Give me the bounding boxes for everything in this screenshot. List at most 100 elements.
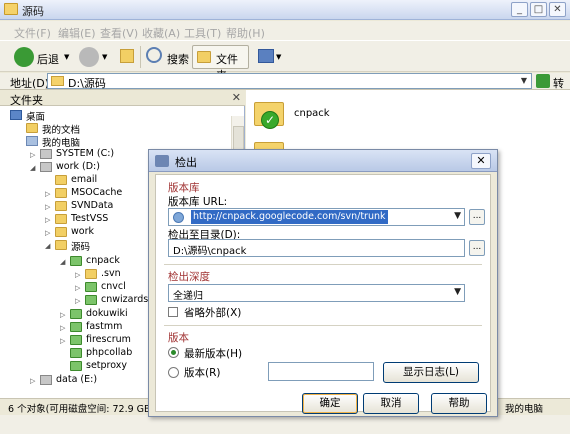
svn-folder-icon <box>70 335 82 345</box>
toolbar: 后退 ▼ ▼ 搜索 文件夹 ▼ <box>0 40 570 82</box>
svn-folder-icon <box>70 309 82 319</box>
back-dropdown-icon[interactable]: ▼ <box>64 53 69 61</box>
status-location: 我的电脑 <box>505 404 544 415</box>
depth-dropdown-icon[interactable]: ▼ <box>454 287 461 297</box>
depth-section-title: 检出深度 <box>168 271 210 283</box>
ok-button[interactable]: 确定 <box>302 393 358 414</box>
checkout-dir-input[interactable]: D:\源码\cnpack <box>168 239 465 257</box>
url-dropdown-icon[interactable]: ▼ <box>454 211 461 221</box>
status-text: 6 个对象(可用磁盘空间: 72.9 GB) <box>8 404 155 415</box>
window-bottom <box>0 415 570 434</box>
url-value: http://cnpack.googlecode.com/svn/trunk <box>191 210 388 224</box>
tortoise-icon <box>155 155 169 167</box>
folder-icon <box>55 188 67 198</box>
menu-file[interactable]: 文件(F) <box>14 25 51 41</box>
url-combobox[interactable]: http://cnpack.googlecode.com/svn/trunk ▼ <box>168 208 465 226</box>
menu-favorites[interactable]: 收藏(A) <box>142 25 180 41</box>
close-button[interactable]: ✕ <box>549 2 566 17</box>
desktop-icon <box>10 110 22 120</box>
views-icon[interactable] <box>258 49 274 63</box>
collapse-icon[interactable]: ◢ <box>60 258 65 266</box>
address-input[interactable]: D:\源码 ▼ <box>47 73 532 90</box>
back-button[interactable]: 后退 <box>37 51 59 67</box>
svn-folder-icon <box>70 256 82 266</box>
omit-externals-label: 省略外部(X) <box>184 307 242 319</box>
collapse-icon[interactable]: ◢ <box>30 164 35 172</box>
views-dropdown-icon[interactable]: ▼ <box>276 53 281 61</box>
forward-arrow-icon[interactable] <box>79 47 99 67</box>
expand-icon[interactable]: ▷ <box>60 337 65 345</box>
menu-bar: 文件(F) 编辑(E) 查看(V) 收藏(A) 工具(T) 帮助(H) <box>0 21 570 40</box>
head-revision-label: 最新版本(H) <box>184 348 243 360</box>
svn-folder-icon: ✓ <box>254 102 284 129</box>
forward-dropdown-icon[interactable]: ▼ <box>102 53 107 61</box>
window-title: 源码 <box>22 5 44 18</box>
folder-icon <box>55 214 67 224</box>
revision-input[interactable] <box>268 362 374 381</box>
expand-icon[interactable]: ▷ <box>45 190 50 198</box>
expand-icon[interactable]: ▷ <box>30 377 35 385</box>
revision-radio[interactable] <box>168 367 179 378</box>
search-button[interactable]: 搜索 <box>167 51 189 67</box>
divider <box>164 264 482 265</box>
back-arrow-icon[interactable] <box>14 47 34 67</box>
help-button[interactable]: 帮助 <box>431 393 487 414</box>
expand-icon[interactable]: ▷ <box>30 151 35 159</box>
svn-folder-icon <box>70 348 82 358</box>
head-revision-radio[interactable] <box>168 347 179 358</box>
folders-icon <box>197 51 211 63</box>
checkout-dir-value: D:\源码\cnpack <box>173 246 247 257</box>
my-documents-icon <box>26 123 38 133</box>
expand-icon[interactable]: ▷ <box>45 229 50 237</box>
depth-value: 全递归 <box>173 291 203 302</box>
browse-url-button[interactable]: ... <box>469 209 485 225</box>
folder-icon <box>55 201 67 211</box>
window-titlebar: 源码 _ □ ✕ <box>0 0 570 20</box>
expand-icon[interactable]: ▷ <box>60 311 65 319</box>
expand-icon[interactable]: ▷ <box>45 203 50 211</box>
folders-pane-header: 文件夹 ✕ <box>0 90 245 107</box>
go-arrow-icon[interactable] <box>536 74 550 88</box>
expand-icon[interactable]: ▷ <box>75 284 80 292</box>
file-item-cnpack[interactable]: ✓ cnpack <box>254 100 404 140</box>
minimize-button[interactable]: _ <box>511 2 528 17</box>
cancel-button[interactable]: 取消 <box>363 393 419 414</box>
menu-tools[interactable]: 工具(T) <box>184 25 221 41</box>
dialog-title: 检出 <box>175 156 197 169</box>
maximize-button[interactable]: □ <box>530 2 547 17</box>
revision-label: 版本(R) <box>184 367 221 379</box>
dialog-titlebar: 检出 ✕ <box>149 150 497 172</box>
menu-edit[interactable]: 编辑(E) <box>58 25 96 41</box>
expand-icon[interactable]: ▷ <box>75 271 80 279</box>
address-bar: 地址(D) D:\源码 ▼ 转到 <box>0 73 570 106</box>
address-path: D:\源码 <box>68 77 106 90</box>
revision-section-title: 版本 <box>168 332 189 344</box>
menu-help[interactable]: 帮助(H) <box>226 25 265 41</box>
close-icon[interactable]: ✕ <box>232 91 241 104</box>
menu-view[interactable]: 查看(V) <box>100 25 138 41</box>
drive-icon <box>40 162 52 172</box>
address-label: 地址(D) <box>10 77 50 90</box>
drive-icon <box>40 149 52 159</box>
up-folder-icon[interactable] <box>120 49 134 63</box>
folder-icon <box>55 240 67 250</box>
expand-icon[interactable]: ▷ <box>75 297 80 305</box>
expand-icon[interactable]: ▷ <box>45 216 50 224</box>
address-dropdown-icon[interactable]: ▼ <box>517 74 531 88</box>
omit-externals-checkbox[interactable] <box>168 307 178 317</box>
svn-folder-icon <box>70 361 82 371</box>
folder-icon <box>55 175 67 185</box>
browse-dir-button[interactable]: ... <box>469 240 485 256</box>
depth-select[interactable]: 全递归 ▼ <box>168 284 465 302</box>
dialog-body: 版本库 版本库 URL: http://cnpack.googlecode.co… <box>155 174 491 412</box>
search-icon[interactable] <box>146 47 162 63</box>
file-item-label: cnpack <box>294 108 330 119</box>
show-log-button[interactable]: 显示日志(L) <box>383 362 479 383</box>
expand-icon[interactable]: ▷ <box>60 324 65 332</box>
folder-icon <box>55 227 67 237</box>
dialog-close-button[interactable]: ✕ <box>471 153 491 169</box>
folders-button[interactable]: 文件夹 <box>192 45 249 82</box>
drive-icon <box>40 375 52 385</box>
collapse-icon[interactable]: ◢ <box>45 242 50 250</box>
url-icon <box>173 212 184 223</box>
